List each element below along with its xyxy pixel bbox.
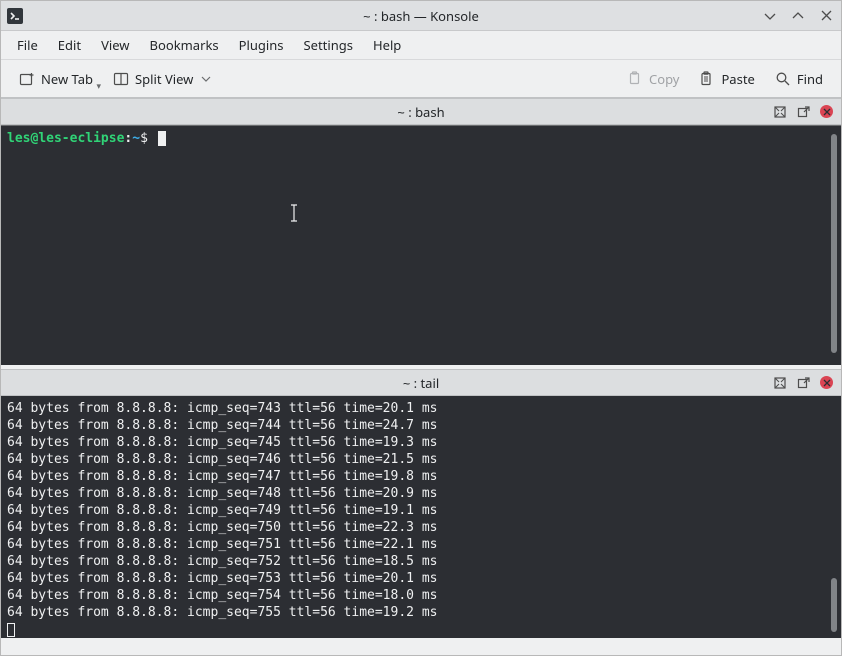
menu-plugins[interactable]: Plugins: [229, 32, 294, 58]
prompt-line: les@les-eclipse:~$: [7, 130, 835, 147]
terminal-output: 64 bytes from 8.8.8.8: icmp_seq=743 ttl=…: [7, 400, 835, 621]
chevron-down-icon: [201, 74, 211, 84]
close-pane-button[interactable]: [820, 376, 833, 389]
output-line: 64 bytes from 8.8.8.8: icmp_seq=743 ttl=…: [7, 400, 835, 417]
output-line: 64 bytes from 8.8.8.8: icmp_seq=747 ttl=…: [7, 468, 835, 485]
prompt-host: les-eclipse: [38, 131, 124, 146]
menu-view[interactable]: View: [91, 32, 139, 58]
top-terminal[interactable]: les@les-eclipse:~$: [1, 125, 841, 365]
cursor-line: [7, 621, 835, 638]
paste-icon: [699, 71, 715, 87]
paste-label: Paste: [721, 70, 754, 88]
output-line: 64 bytes from 8.8.8.8: icmp_seq=748 ttl=…: [7, 485, 835, 502]
output-line: 64 bytes from 8.8.8.8: icmp_seq=745 ttl=…: [7, 434, 835, 451]
copy-icon: [627, 71, 643, 87]
menu-help[interactable]: Help: [363, 32, 411, 58]
new-tab-icon: [19, 71, 35, 87]
output-line: 64 bytes from 8.8.8.8: icmp_seq=753 ttl=…: [7, 570, 835, 587]
new-tab-button[interactable]: New Tab ▾: [11, 66, 101, 92]
split-view-button[interactable]: Split View: [105, 66, 219, 92]
copy-button[interactable]: Copy: [619, 66, 687, 92]
chevron-down-icon: ▾: [97, 79, 102, 92]
split-view-icon: [113, 71, 129, 87]
output-line: 64 bytes from 8.8.8.8: icmp_seq=752 ttl=…: [7, 553, 835, 570]
menu-bookmarks[interactable]: Bookmarks: [140, 32, 229, 58]
paste-button[interactable]: Paste: [691, 66, 762, 92]
output-line: 64 bytes from 8.8.8.8: icmp_seq=744 ttl=…: [7, 417, 835, 434]
output-line: 64 bytes from 8.8.8.8: icmp_seq=751 ttl=…: [7, 536, 835, 553]
output-line: 64 bytes from 8.8.8.8: icmp_seq=749 ttl=…: [7, 502, 835, 519]
bottom-pane-tools: [772, 375, 841, 391]
detach-pane-icon[interactable]: [796, 104, 812, 120]
menubar: File Edit View Bookmarks Plugins Setting…: [1, 31, 841, 60]
top-pane-tools: [772, 104, 841, 120]
menu-edit[interactable]: Edit: [48, 32, 91, 58]
output-line: 64 bytes from 8.8.8.8: icmp_seq=754 ttl=…: [7, 587, 835, 604]
menu-file[interactable]: File: [7, 32, 48, 58]
bottom-terminal[interactable]: 64 bytes from 8.8.8.8: icmp_seq=743 ttl=…: [1, 396, 841, 638]
window-controls: [761, 7, 835, 25]
search-icon: [775, 71, 791, 87]
text-cursor-icon: [158, 131, 166, 146]
toolbar: New Tab ▾ Split View Copy Paste Find: [1, 60, 841, 98]
prompt-symbol: $: [140, 131, 148, 146]
titlebar: ~ : bash — Konsole: [1, 1, 841, 31]
split-view-label: Split View: [135, 70, 193, 88]
find-button[interactable]: Find: [767, 66, 831, 92]
top-pane-tab[interactable]: ~ : bash: [1, 98, 841, 125]
copy-label: Copy: [649, 70, 679, 88]
top-pane-title: ~ : bash: [397, 103, 444, 121]
maximize-pane-icon[interactable]: [772, 104, 788, 120]
output-line: 64 bytes from 8.8.8.8: icmp_seq=755 ttl=…: [7, 604, 835, 621]
prompt-user: les: [7, 131, 30, 146]
ibeam-cursor-icon: [289, 204, 299, 222]
prompt-path: ~: [132, 131, 140, 146]
bottom-terminal-scrollbar[interactable]: [831, 578, 837, 632]
output-line: 64 bytes from 8.8.8.8: icmp_seq=750 ttl=…: [7, 519, 835, 536]
minimize-button[interactable]: [761, 7, 779, 25]
maximize-button[interactable]: [789, 7, 807, 25]
app-icon: [7, 8, 23, 24]
bottom-pane-tab[interactable]: ~ : tail: [1, 369, 841, 396]
find-label: Find: [797, 70, 823, 88]
bottom-pane-title: ~ : tail: [403, 374, 439, 392]
close-button[interactable]: [817, 7, 835, 25]
new-tab-label: New Tab: [41, 70, 93, 88]
top-terminal-scrollbar[interactable]: [831, 134, 837, 353]
menu-settings[interactable]: Settings: [294, 32, 363, 58]
text-cursor-icon: [7, 623, 15, 637]
close-pane-button[interactable]: [820, 105, 833, 118]
detach-pane-icon[interactable]: [796, 375, 812, 391]
output-line: 64 bytes from 8.8.8.8: icmp_seq=746 ttl=…: [7, 451, 835, 468]
maximize-pane-icon[interactable]: [772, 375, 788, 391]
window-title: ~ : bash — Konsole: [363, 7, 479, 25]
